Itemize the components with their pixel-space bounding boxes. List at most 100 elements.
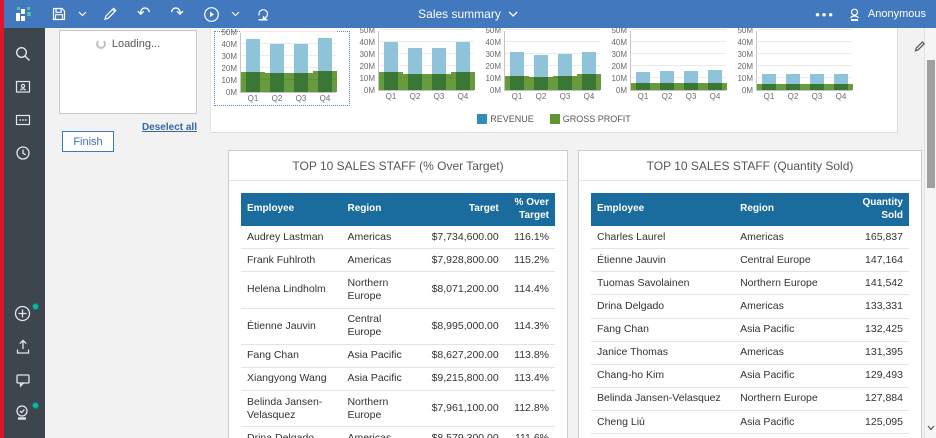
table-row[interactable]: Étienne Jauvin Central Europe $8,995,000.0… [241, 308, 555, 345]
table-row[interactable]: Belinda Jansen-Velasquez Northern Europe 1… [591, 387, 909, 412]
table-cell: 132,425 [839, 318, 909, 342]
add-source-icon[interactable] [0, 298, 45, 329]
column-header[interactable]: Employee [591, 193, 735, 226]
scrollbar-thumb[interactable] [927, 60, 935, 188]
table-cell: Chang-ho Kim [591, 364, 735, 388]
gross-profit-bar[interactable] [289, 72, 313, 92]
table-cell: Americas [734, 294, 840, 319]
table-row[interactable]: Charles Laurel Americas 165,837 [591, 226, 909, 250]
search-icon[interactable] [0, 38, 45, 69]
y-axis-tick: 40M [485, 38, 501, 47]
column-header[interactable]: Region [734, 193, 840, 226]
table-row[interactable]: Janice Thomas Americas 131,395 [591, 341, 909, 365]
table-cell: $7,961,100.00 [416, 390, 505, 428]
gross-profit-bar[interactable] [781, 84, 805, 90]
gross-profit-bar[interactable] [379, 72, 403, 90]
approval-icon[interactable] [0, 397, 45, 428]
my-content-icon[interactable] [0, 71, 45, 102]
y-axis-tick: 20M [221, 64, 237, 73]
gross-profit-bar[interactable] [427, 74, 451, 90]
table-row[interactable]: Audrey Lastman Americas $7,734,600.00 116.1… [241, 226, 555, 250]
save-menu-chevron-icon[interactable] [74, 9, 91, 19]
gross-profit-bar[interactable] [505, 75, 529, 90]
redo-icon[interactable]: ↷ [162, 0, 191, 28]
gross-profit-bar[interactable] [577, 74, 601, 90]
table-row[interactable]: Chang-ho Kim Asia Pacific 129,493 [591, 364, 909, 388]
gross-profit-bar[interactable] [403, 74, 427, 90]
mini-bar-chart-4[interactable]: 50M 40M 30M 20M 10M 0M Q1 Q2 Q3 Q4 [606, 26, 727, 101]
table-row[interactable]: Frank FuhlrothAmericas124,482 [591, 433, 909, 438]
mini-bar-chart-1[interactable]: 50M 40M 30M 20M 10M 0M Q1 Q2 Q3 Q4 [216, 28, 337, 103]
column-header[interactable]: Quantity Sold [839, 193, 909, 226]
comment-icon[interactable] [0, 364, 45, 395]
canvas-edit-pencil-icon[interactable] [913, 40, 926, 58]
gross-profit-bar[interactable] [679, 82, 703, 90]
gross-profit-bar[interactable] [631, 82, 655, 90]
table-cell: 112.8% [504, 390, 555, 428]
table-row[interactable]: Drina Delgado Americas 133,331 [591, 294, 909, 319]
user-menu[interactable]: Anonymous [847, 7, 926, 22]
play-icon[interactable] [196, 0, 227, 28]
gross-profit-bar[interactable] [265, 72, 289, 92]
play-menu-chevron-icon[interactable] [227, 9, 244, 19]
table-row[interactable]: Cheng Liú Asia Pacific 125,095 [591, 410, 909, 435]
scrollbar-down-arrow-icon[interactable] [925, 418, 936, 436]
mini-bar-chart-3[interactable]: 50M 40M 30M 20M 10M 0M Q1 Q2 Q3 Q4 [480, 26, 601, 101]
mini-bar-chart-5[interactable]: 50M 40M 30M 20M 10M 0M Q1 Q2 Q3 Q4 [732, 26, 853, 101]
more-options-icon[interactable]: ••• [815, 7, 835, 22]
table-row[interactable]: Xiangyong Wang Asia Pacific $9,215,800.00 1… [241, 367, 555, 392]
edit-pencil-icon[interactable] [95, 0, 125, 28]
gridline [757, 53, 852, 54]
y-axis-tick: 0M [225, 88, 237, 97]
mini-bar-chart-2[interactable]: 50M 40M 30M 20M 10M 0M Q1 Q2 Q3 Q4 [354, 26, 475, 101]
table-row[interactable]: Helena Lindholm Northern Europe $8,071,200… [241, 271, 555, 309]
user-avatar-icon [849, 8, 859, 21]
gross-profit-bar[interactable] [757, 84, 781, 90]
column-header[interactable]: Employee [241, 193, 342, 226]
approval-status-badge [32, 402, 39, 409]
gross-profit-bar[interactable] [241, 71, 265, 92]
upload-icon[interactable] [0, 331, 45, 362]
gross-profit-bar[interactable] [529, 76, 553, 90]
loading-spinner-icon [95, 39, 106, 49]
table-row[interactable]: Tuomas Savolainen Northern Europe 141,542 [591, 271, 909, 296]
column-header[interactable]: Target [416, 193, 505, 226]
x-axis-label: Q3 [559, 92, 571, 101]
table-cell: Drina Delgado [241, 426, 342, 438]
table-row[interactable]: Fang Chan Asia Pacific $8,627,200.00 113.8% [241, 344, 555, 368]
gross-profit-bar[interactable] [805, 84, 829, 90]
table-row[interactable]: Fang Chan Asia Pacific 132,425 [591, 318, 909, 342]
x-axis-label: Q4 [319, 94, 331, 103]
top-toolbar: ↶ ↷ Sales summary ••• Anonymous [0, 0, 936, 28]
column-header[interactable]: Region [341, 193, 417, 226]
team-content-icon[interactable] [0, 104, 45, 135]
table-cell: 127,884 [839, 387, 909, 412]
table-cell: Asia Pacific [734, 410, 840, 435]
deselect-all-link[interactable]: Deselect all [142, 122, 197, 133]
save-icon[interactable] [44, 0, 74, 28]
vertical-scrollbar[interactable] [924, 28, 936, 438]
table-cell: 129,493 [839, 364, 909, 388]
finish-button[interactable]: Finish [62, 131, 114, 152]
y-axis-tick: 20M [485, 62, 501, 71]
prompt-panel: Loading... [59, 30, 197, 114]
recent-icon[interactable] [0, 137, 45, 168]
report-title-menu[interactable]: Sales summary [418, 0, 518, 28]
table-row[interactable]: Belinda Jansen-Velasquez Northern Europe $… [241, 390, 555, 428]
gridline [631, 29, 726, 30]
table-row[interactable]: Étienne Jauvin Central Europe 147,164 [591, 248, 909, 273]
share-icon[interactable] [248, 0, 278, 28]
y-axis-tick: 40M [221, 40, 237, 49]
gross-profit-bar[interactable] [829, 84, 853, 90]
table-row[interactable]: Drina Delgado Americas $8,579,300.00 111.6% [241, 426, 555, 438]
gridline [631, 53, 726, 54]
app-logo-icon[interactable] [8, 0, 40, 28]
table-row[interactable]: Frank Fuhlroth Americas $7,928,800.00 115.2… [241, 248, 555, 273]
gross-profit-bar[interactable] [655, 82, 679, 90]
gross-profit-bar[interactable] [703, 82, 727, 90]
gross-profit-bar[interactable] [451, 72, 475, 90]
gross-profit-bar[interactable] [313, 71, 337, 92]
column-header[interactable]: % Over Target [504, 193, 555, 226]
undo-icon[interactable]: ↶ [129, 0, 158, 28]
gross-profit-bar[interactable] [553, 75, 577, 90]
